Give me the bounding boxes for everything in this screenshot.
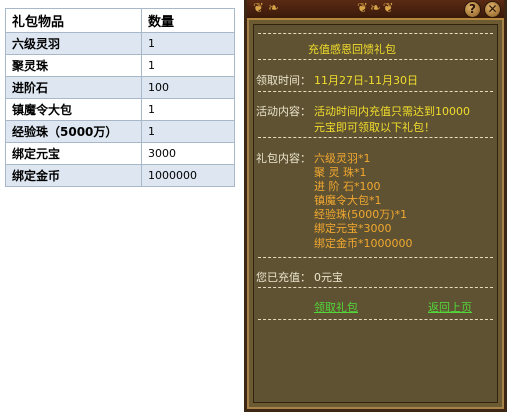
row-qty: 100 — [141, 76, 235, 99]
row-qty: 3000 — [141, 142, 235, 165]
gift-label: 礼包内容： — [256, 152, 311, 165]
row-qty: 1 — [141, 54, 235, 77]
panel-title: 充值感恩回馈礼包 — [308, 43, 396, 56]
row-item: 聚灵珠 — [5, 54, 142, 77]
table-row: 镇魔令大包 1 — [5, 98, 235, 121]
row-qty: 1 — [141, 98, 235, 121]
table-row: 经验珠（5000万） 1 — [5, 120, 235, 143]
gift-item: 绑定元宝*3000 — [314, 222, 392, 235]
table-header-row: 礼包物品 数量 — [5, 8, 235, 33]
help-button[interactable]: ? — [464, 1, 481, 18]
ornament-left-icon: ❦ ❧ — [253, 1, 279, 16]
divider — [258, 59, 493, 60]
table-row: 绑定金币 1000000 — [5, 164, 235, 187]
row-item: 绑定元宝 — [5, 142, 142, 165]
row-qty: 1 — [141, 120, 235, 143]
table-row: 进阶石 100 — [5, 76, 235, 99]
row-item: 镇魔令大包 — [5, 98, 142, 121]
table-row: 六级灵羽 1 — [5, 32, 235, 55]
activity-line-1: 活动时间内充值只需达到10000 — [314, 105, 470, 118]
row-item: 六级灵羽 — [5, 32, 142, 55]
header-qty: 数量 — [141, 8, 235, 33]
gift-item: 绑定金币*1000000 — [314, 237, 413, 250]
gift-item-table: 礼包物品 数量 六级灵羽 1 聚灵珠 1 进阶石 100 镇魔令大包 1 经验珠… — [5, 8, 235, 187]
row-qty: 1 — [141, 32, 235, 55]
claim-gift-link[interactable]: 领取礼包 — [314, 299, 358, 315]
row-qty: 1000000 — [141, 164, 235, 187]
time-label: 领取时间： — [256, 74, 311, 87]
row-item: 经验珠（5000万） — [5, 120, 142, 143]
activity-label: 活动内容： — [256, 105, 311, 118]
recharged-label: 您已充值： — [256, 271, 311, 284]
divider — [258, 91, 493, 92]
recharged-value: 0元宝 — [314, 271, 343, 284]
divider — [258, 257, 493, 258]
close-button[interactable]: ✕ — [484, 1, 501, 18]
gift-panel: ❦ ❧ ❦❧❦ ? ✕ 充值感恩回馈礼包 领取时间： 11月27日-11月30日… — [244, 0, 507, 412]
divider — [258, 319, 493, 320]
time-value: 11月27日-11月30日 — [314, 74, 418, 87]
back-link[interactable]: 返回上页 — [428, 299, 472, 315]
panel-content: 充值感恩回馈礼包 领取时间： 11月27日-11月30日 活动内容： 活动时间内… — [253, 24, 498, 403]
divider — [258, 137, 493, 138]
panel-header: ❦ ❧ ❦❧❦ ? ✕ — [247, 0, 504, 20]
divider — [258, 33, 493, 34]
row-item: 进阶石 — [5, 76, 142, 99]
row-item: 绑定金币 — [5, 164, 142, 187]
table-row: 聚灵珠 1 — [5, 54, 235, 77]
header-item: 礼包物品 — [5, 8, 142, 33]
divider — [258, 287, 493, 288]
table-row: 绑定元宝 3000 — [5, 142, 235, 165]
ornament-center-icon: ❦❧❦ — [357, 1, 396, 16]
activity-line-2: 元宝即可领取以下礼包！ — [314, 121, 435, 134]
